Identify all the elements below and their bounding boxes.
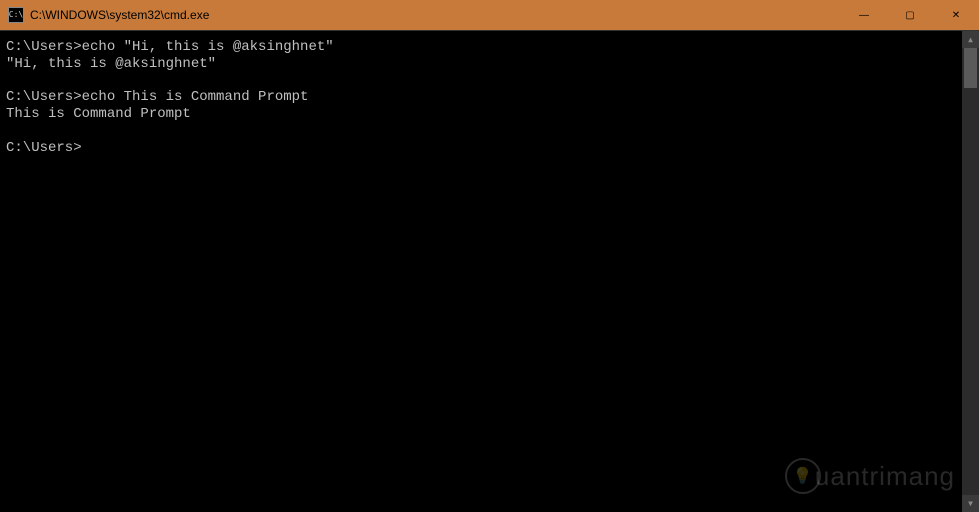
- scroll-down-button[interactable]: ▼: [962, 495, 979, 512]
- terminal-container: C:\Users>echo "Hi, this is @aksinghnet" …: [0, 30, 979, 512]
- window-title: C:\WINDOWS\system32\cmd.exe: [30, 8, 841, 22]
- window-controls: — ▢ ✕: [841, 0, 979, 30]
- cmd-icon: C:\: [8, 7, 24, 23]
- scrollbar-track[interactable]: [962, 48, 979, 495]
- minimize-button[interactable]: —: [841, 0, 887, 30]
- close-button[interactable]: ✕: [933, 0, 979, 30]
- terminal-output[interactable]: C:\Users>echo "Hi, this is @aksinghnet" …: [0, 31, 962, 512]
- maximize-button[interactable]: ▢: [887, 0, 933, 30]
- cmd-window: C:\ C:\WINDOWS\system32\cmd.exe — ▢ ✕ C:…: [0, 0, 979, 512]
- titlebar[interactable]: C:\ C:\WINDOWS\system32\cmd.exe — ▢ ✕: [0, 0, 979, 30]
- vertical-scrollbar[interactable]: ▲ ▼: [962, 31, 979, 512]
- scrollbar-thumb[interactable]: [964, 48, 977, 88]
- scroll-up-button[interactable]: ▲: [962, 31, 979, 48]
